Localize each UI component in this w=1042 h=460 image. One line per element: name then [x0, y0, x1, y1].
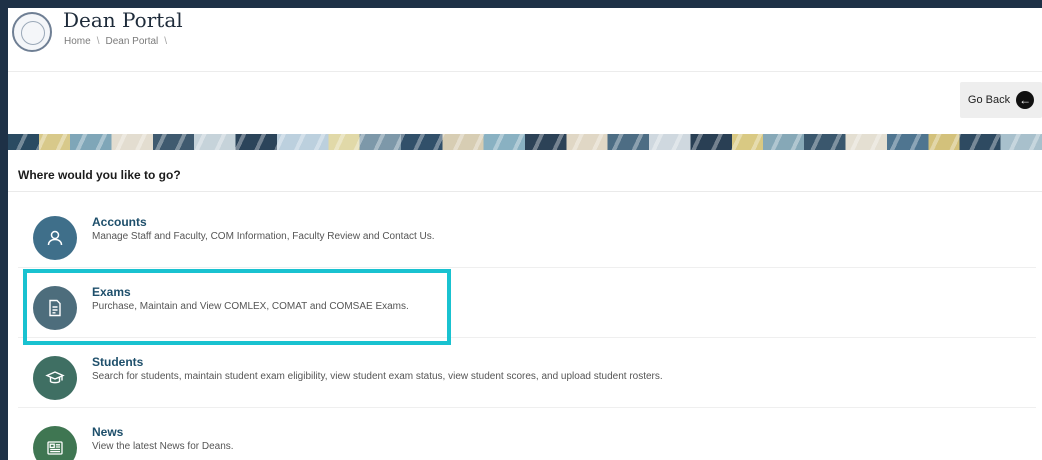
divider [18, 407, 1036, 408]
list-item-accounts[interactable]: Accounts Manage Staff and Faculty, COM I… [18, 206, 1036, 268]
item-description: View the latest News for Deans. [92, 441, 234, 452]
breadcrumb: Home \ Dean Portal \ [64, 36, 167, 47]
decorative-banner [8, 134, 1042, 150]
user-icon [33, 216, 77, 260]
breadcrumb-separator: \ [96, 36, 100, 47]
newspaper-icon [33, 426, 77, 460]
breadcrumb-home[interactable]: Home [64, 36, 91, 47]
exams-highlight-box [23, 269, 451, 345]
graduation-cap-icon [33, 356, 77, 400]
list-item-students[interactable]: Students Search for students, maintain s… [18, 346, 1036, 408]
section-heading: Where would you like to go? [18, 168, 181, 182]
breadcrumb-separator: \ [164, 36, 168, 47]
divider [8, 191, 1042, 192]
go-back-button[interactable]: Go Back ← [960, 82, 1042, 118]
arrow-left-circle-icon: ← [1016, 91, 1035, 109]
divider [18, 267, 1036, 268]
item-description: Manage Staff and Faculty, COM Informatio… [92, 231, 435, 242]
page-title: Dean Portal [63, 8, 183, 32]
item-title[interactable]: News [92, 425, 123, 439]
breadcrumb-dean-portal[interactable]: Dean Portal [105, 36, 158, 47]
list-item-news[interactable]: News View the latest News for Deans. [18, 416, 1036, 460]
item-description: Search for students, maintain student ex… [92, 371, 663, 382]
go-back-label: Go Back [967, 94, 1011, 106]
item-title[interactable]: Students [92, 355, 143, 369]
seal-logo[interactable] [12, 12, 52, 52]
item-title[interactable]: Accounts [92, 215, 147, 229]
page-header: Dean Portal Home \ Dean Portal \ [8, 8, 1042, 72]
dean-portal-window: Dean Portal Home \ Dean Portal \ Go Back… [8, 8, 1042, 460]
